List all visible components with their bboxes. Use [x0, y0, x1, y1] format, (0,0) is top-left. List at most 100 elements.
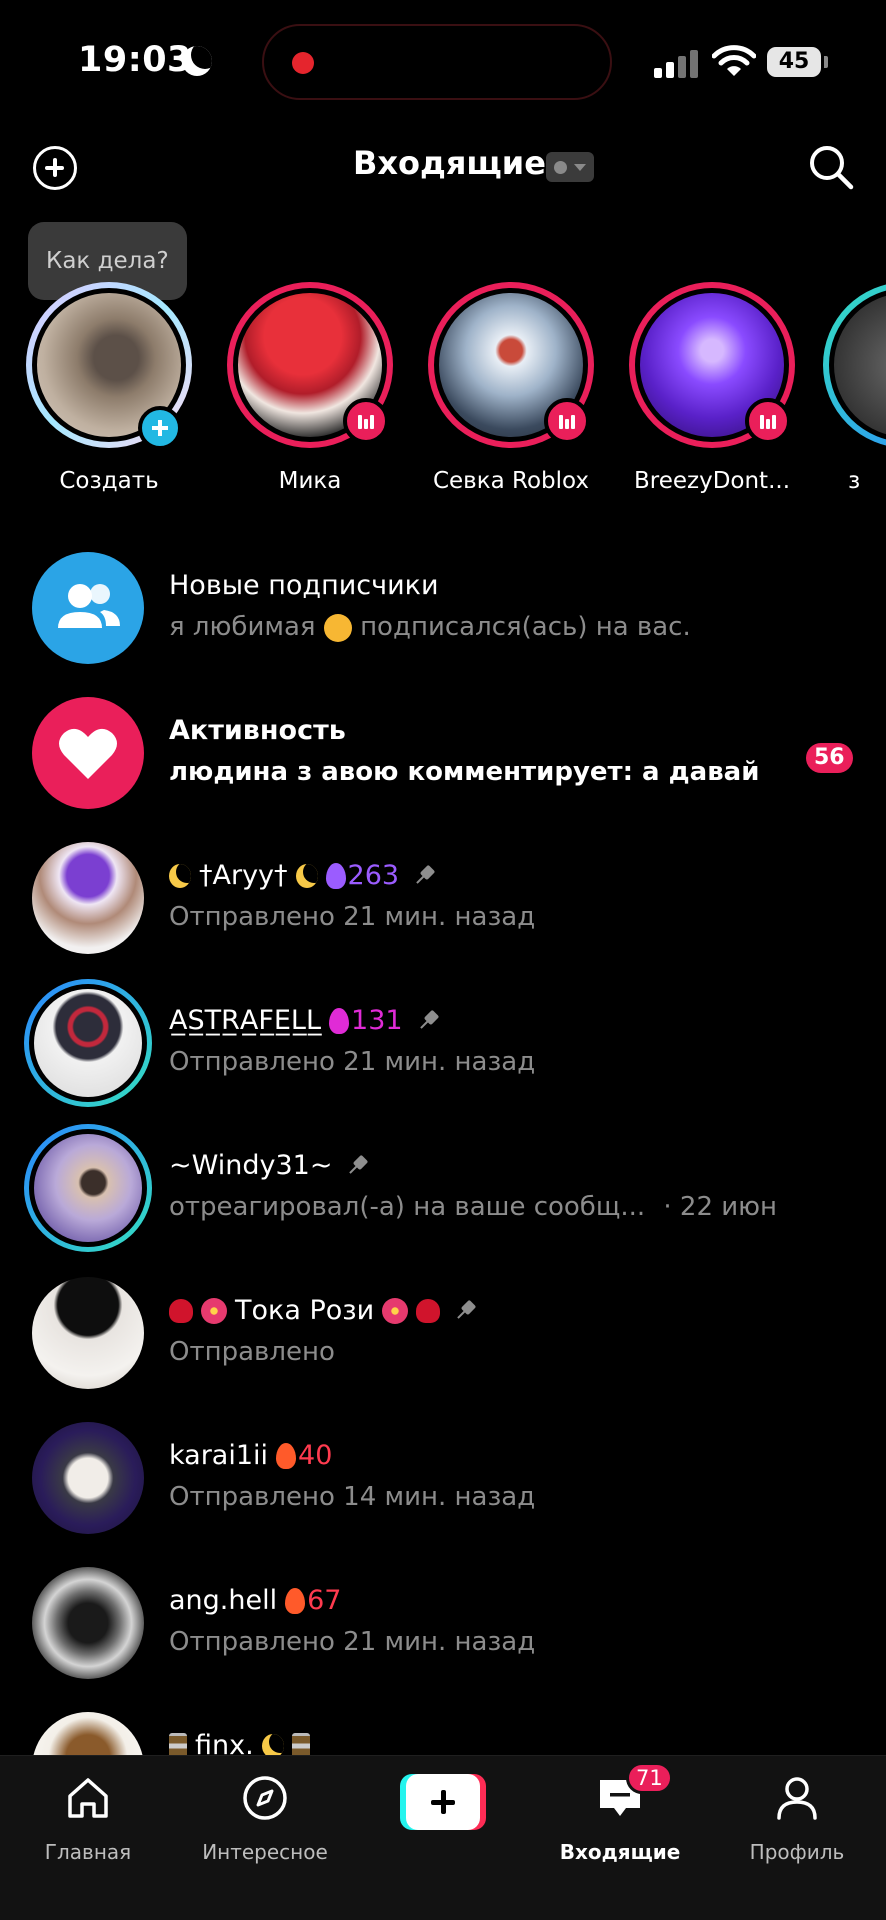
add-story-plus-icon[interactable] — [138, 406, 182, 450]
status-dot-icon — [554, 161, 567, 174]
streak-badge: 40 — [276, 1440, 332, 1471]
live-bars-icon — [544, 398, 590, 444]
avatar — [34, 1134, 142, 1242]
rose-emoji-icon — [169, 1298, 193, 1323]
story-name: Севка Roblox — [432, 468, 590, 494]
unread-count-badge: 56 — [806, 743, 853, 773]
row-title: ~Windy31~ — [169, 1150, 368, 1181]
profile-icon — [777, 1777, 817, 1820]
plus-icon — [406, 1774, 480, 1830]
pin-icon — [342, 1150, 373, 1181]
story-name: BreezyDont... — [633, 468, 791, 494]
row-title: karai1ii 40 — [169, 1440, 333, 1471]
add-contact-button[interactable] — [33, 146, 77, 190]
chat-row-finx[interactable]: finx. — [0, 1690, 886, 1755]
status-bar: 19:03 45 — [0, 0, 886, 120]
page-title: Входящие — [353, 144, 546, 182]
battery-indicator: 45 — [767, 47, 821, 77]
chat-row-ang-hell[interactable]: ang.hell 67 Отправлено 21 мин. назад — [0, 1545, 886, 1690]
kiss-emoji-icon — [323, 613, 352, 642]
hibiscus-emoji-icon — [201, 1297, 227, 1324]
chevron-down-icon — [574, 164, 586, 171]
avatar — [834, 293, 886, 437]
nav-label: Профиль — [749, 1840, 845, 1864]
wifi-icon — [712, 45, 756, 76]
compass-icon — [243, 1776, 287, 1820]
story-mika[interactable]: Мика — [215, 282, 405, 512]
avatar — [34, 989, 142, 1097]
pin-icon — [412, 1005, 443, 1036]
inbox-list: Новые подписчики я любимая подписался(ас… — [0, 530, 886, 1755]
story-ring — [24, 979, 152, 1107]
battery-tip — [824, 56, 828, 68]
chat-row-aryy[interactable]: †Aryy† 263 Отправлено 21 мин. назад — [0, 820, 886, 965]
story-name: Создать — [59, 468, 159, 494]
moon-emoji-icon — [295, 863, 318, 888]
clock: 19:03 — [78, 40, 192, 80]
flame-icon — [325, 862, 346, 889]
avatar — [32, 1712, 144, 1755]
nav-inbox[interactable]: Входящие — [545, 1774, 695, 1874]
avatar — [32, 842, 144, 954]
pin-icon — [450, 1295, 481, 1326]
pin-icon — [409, 860, 440, 891]
row-subtitle: Отправлено 21 мин. назад — [169, 902, 536, 932]
list-item-activity[interactable]: Активность людина з авою комментирует: а… — [0, 675, 886, 820]
flame-icon — [285, 1587, 306, 1614]
avatar — [32, 1567, 144, 1679]
rose-emoji-icon — [416, 1298, 441, 1323]
streak-badge: 67 — [285, 1585, 341, 1616]
dynamic-island[interactable] — [262, 24, 612, 100]
nav-home[interactable]: Главная — [13, 1774, 163, 1874]
create-video-button[interactable] — [400, 1774, 486, 1830]
row-subtitle: я любимая подписался(ась) на вас. — [169, 612, 691, 642]
story-name: Мика — [278, 468, 342, 494]
heart-icon — [32, 697, 144, 809]
story-name: з — [848, 468, 861, 494]
hourglass-emoji-icon — [169, 1732, 187, 1755]
row-subtitle: Отправлено — [169, 1337, 335, 1367]
online-status-toggle[interactable] — [546, 152, 594, 182]
row-title: ang.hell 67 — [169, 1585, 342, 1616]
nav-label: Входящие — [559, 1840, 681, 1864]
nav-label: Интересное — [202, 1840, 328, 1864]
story-partial[interactable]: з — [818, 282, 886, 512]
chat-row-karai1ii[interactable]: karai1ii 40 Отправлено 14 мин. назад — [0, 1400, 886, 1545]
home-icon — [68, 1778, 108, 1818]
story-create[interactable]: Создать — [14, 282, 204, 512]
row-title: Новые подписчики — [169, 570, 439, 601]
search-icon[interactable] — [808, 144, 854, 190]
row-subtitle: Отправлено 21 мин. назад — [169, 1047, 536, 1077]
chat-row-windy31[interactable]: ~Windy31~ отреагировал(-а) на ваше сообщ… — [0, 1110, 886, 1255]
live-bars-icon — [343, 398, 389, 444]
nav-profile[interactable]: Профиль — [722, 1774, 872, 1874]
nav-discover[interactable]: Интересное — [190, 1774, 340, 1874]
row-title: finx. — [169, 1730, 310, 1755]
moon-emoji-icon — [261, 1733, 284, 1755]
chat-row-astrafell[interactable]: A̲S̲T̲R̲A̲F̲E̲L̲L̲ 131 Отправлено 21 мин… — [0, 965, 886, 1110]
streak-badge: 263 — [325, 860, 399, 891]
flame-icon — [329, 1007, 350, 1034]
avatar — [32, 1277, 144, 1389]
story-breezydont[interactable]: BreezyDont... — [617, 282, 807, 512]
row-subtitle: Отправлено 21 мин. назад — [169, 1627, 536, 1657]
moon-emoji-icon — [169, 863, 191, 888]
row-subtitle: людина з авою комментирует: а давай — [169, 757, 760, 787]
story-sevka-roblox[interactable]: Севка Roblox — [416, 282, 606, 512]
row-title: †Aryy† 263 — [169, 860, 435, 891]
streak-badge: 131 — [329, 1005, 403, 1036]
row-subtitle: Отправлено 14 мин. назад — [169, 1482, 536, 1512]
bottom-nav: Главная Интересное Входящие 71 Профиль — [0, 1755, 886, 1920]
cellular-signal-icon — [654, 48, 698, 78]
recording-dot-icon — [292, 52, 314, 74]
hibiscus-emoji-icon — [382, 1297, 409, 1324]
followers-icon — [32, 552, 144, 664]
row-title: Тока Рози — [169, 1295, 476, 1326]
list-item-new-followers[interactable]: Новые подписчики я любимая подписался(ас… — [0, 530, 886, 675]
story-ring — [823, 282, 886, 448]
hourglass-emoji-icon — [291, 1732, 310, 1755]
avatar — [32, 1422, 144, 1534]
chat-row-toka-rozi[interactable]: Тока Рози Отправлено — [0, 1255, 886, 1400]
story-ring — [24, 1124, 152, 1252]
inbox-header: Входящие — [0, 130, 886, 200]
